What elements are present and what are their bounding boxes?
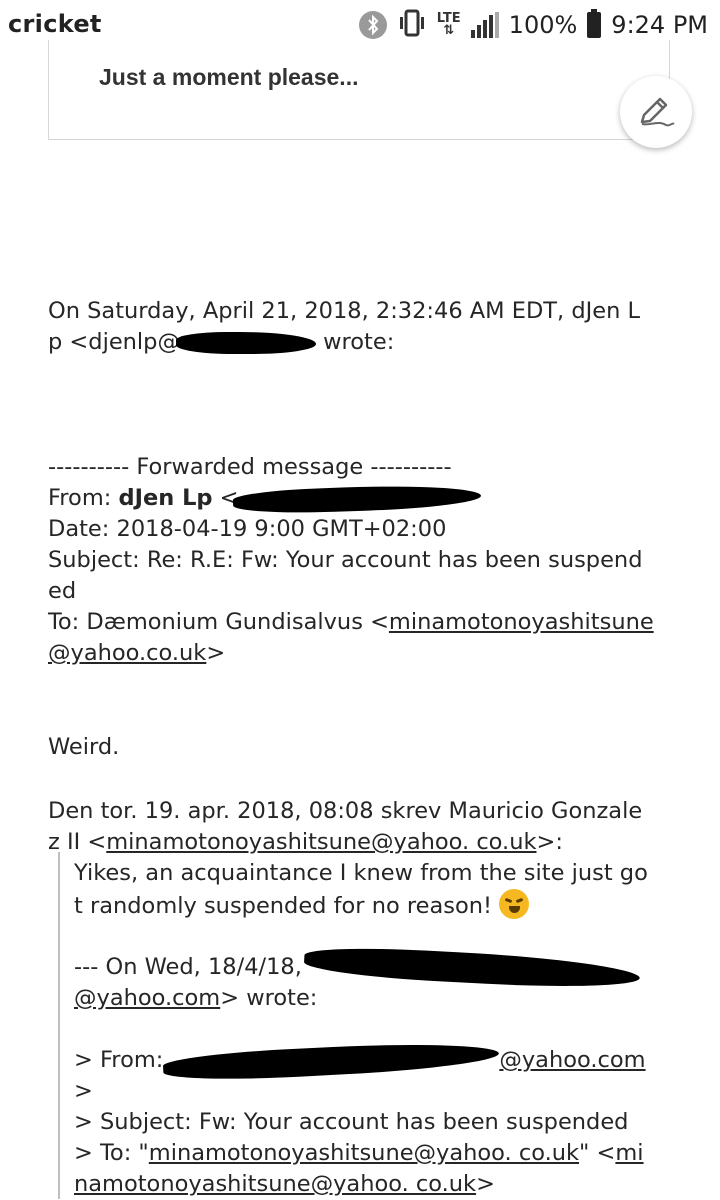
nested-header-line2: @yahoo.com> wrote: xyxy=(74,985,318,1011)
redaction-mark xyxy=(175,331,316,354)
email-link[interactable]: @yahoo.com xyxy=(499,1047,645,1073)
quote-header-line2: z II <minamotonoyashitsune@yahoo. co.uk>… xyxy=(48,829,563,855)
battery-percent: 100% xyxy=(508,11,578,39)
redaction-mark xyxy=(162,1037,500,1084)
battery-icon xyxy=(587,9,602,38)
quote-header-line1: Den tor. 19. apr. 2018, 08:08 skrev Maur… xyxy=(48,798,643,824)
loading-card: Just a moment please... xyxy=(48,40,670,140)
loading-text: Just a moment please... xyxy=(99,64,359,90)
email-link[interactable]: mi xyxy=(615,1140,643,1166)
email-link[interactable]: @yahoo.com xyxy=(74,985,220,1011)
grinning-face-emoji-icon xyxy=(499,889,530,919)
to-line1: To: Dæmonium Gundisalvus <minamotonoyash… xyxy=(48,609,654,635)
carrier-label: cricket xyxy=(8,10,102,38)
date-line: Date: 2018-04-19 9:00 GMT+02:00 xyxy=(48,516,447,542)
redaction-mark xyxy=(232,482,481,515)
redaction-mark xyxy=(303,943,641,992)
nested-subject: > Subject: Fw: Your account has been sus… xyxy=(74,1109,629,1135)
email-link[interactable]: @yahoo.co.uk xyxy=(48,640,206,666)
reply-header-line1: On Saturday, April 21, 2018, 2:32:46 AM … xyxy=(48,298,641,324)
lte-icon: LTE ⇅ xyxy=(436,11,461,38)
status-icons: LTE ⇅ 100% 9:24 PM xyxy=(358,8,708,42)
pencil-icon xyxy=(640,97,675,127)
body-text: Weird. xyxy=(48,734,120,760)
compose-button[interactable] xyxy=(620,76,692,148)
signal-icon xyxy=(470,12,499,38)
nested-header-line1: --- On Wed, 18/4/18, xyxy=(74,943,641,992)
quote-bar xyxy=(58,852,60,1199)
nested-gt: > xyxy=(74,1078,93,1104)
email-link[interactable]: minamotonoyashitsune@yahoo. co.uk xyxy=(106,829,536,855)
email-link[interactable]: minamotonoyashitsune xyxy=(389,609,654,635)
bluetooth-icon xyxy=(358,11,387,39)
nested-from-line: > From: @yahoo.com xyxy=(74,1037,646,1084)
vibrate-icon xyxy=(397,9,427,41)
nested-to-line1: > To: "minamotonoyashitsune@yahoo. co.uk… xyxy=(74,1140,644,1166)
from-line: From: dJen Lp < xyxy=(48,482,481,515)
forward-divider: ---------- Forwarded message ---------- xyxy=(48,454,452,480)
reply-header-line2: p <djenlp@ wrote: xyxy=(48,329,395,355)
email-link[interactable]: namotonoyashitsune@yahoo. co.uk xyxy=(74,1171,476,1197)
subject-line1: Subject: Re: R.E: Fw: Your account has b… xyxy=(48,547,643,573)
subject-line2: ed xyxy=(48,578,77,604)
quote-line1: Yikes, an acquaintance I knew from the s… xyxy=(74,860,648,886)
nested-to-line2: namotonoyashitsune@yahoo. co.uk> xyxy=(74,1171,495,1197)
quote-line2: t randomly suspended for no reason! xyxy=(74,889,530,922)
email-link[interactable]: minamotonoyashitsune@yahoo. co.uk xyxy=(149,1140,579,1166)
clock: 9:24 PM xyxy=(611,11,708,39)
to-line2: @yahoo.co.uk> xyxy=(48,640,226,666)
